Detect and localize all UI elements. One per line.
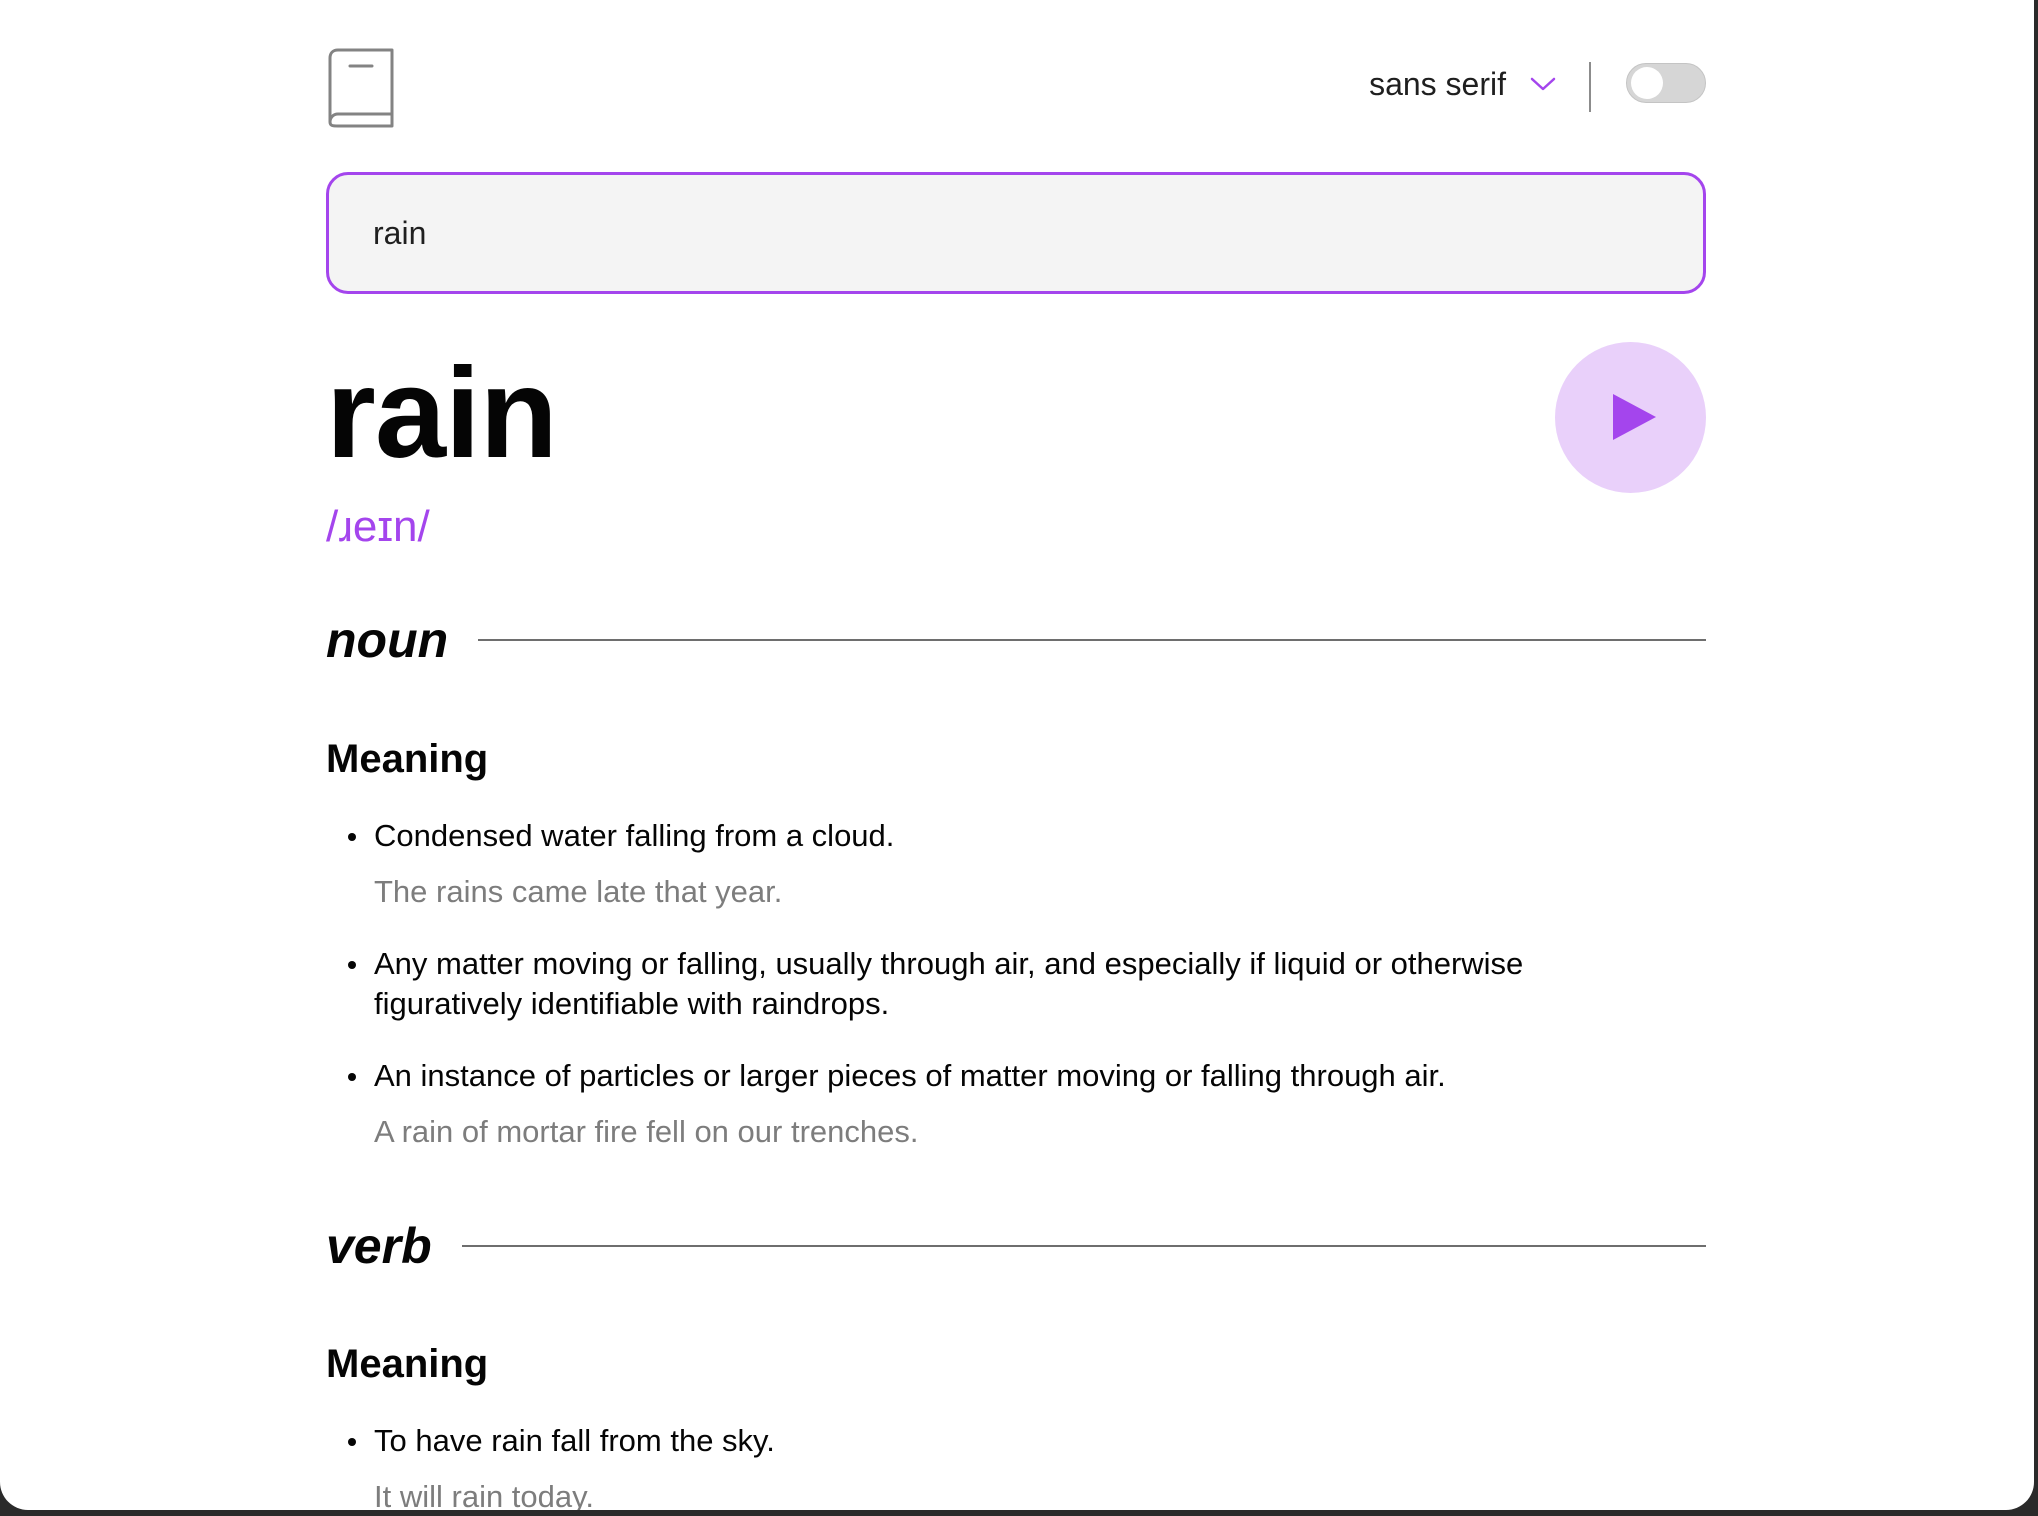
definition-item: Any matter moving or falling, usually th… — [326, 944, 1626, 1024]
header: sans serif — [326, 48, 1706, 128]
meaning-heading: Meaning — [326, 737, 489, 781]
book-icon[interactable] — [326, 48, 396, 128]
part-of-speech-label: noun — [326, 612, 449, 668]
part-of-speech-noun: noun — [326, 610, 1706, 670]
definition-text: Any matter moving or falling, usually th… — [374, 946, 1524, 1021]
app-window: sans serif rain /ɹeɪn/ noun Mean — [0, 0, 2034, 1510]
play-button[interactable] — [1555, 342, 1706, 493]
chevron-down-icon — [1530, 77, 1556, 91]
toggle-knob — [1631, 67, 1663, 99]
definition-list: Condensed water falling from a cloud. Th… — [326, 816, 1626, 1152]
definition-example: It will rain today. — [374, 1479, 594, 1510]
part-of-speech-verb: verb — [326, 1216, 1706, 1276]
theme-toggle[interactable] — [1626, 63, 1706, 103]
definition-item: Condensed water falling from a cloud. Th… — [326, 816, 1626, 912]
divider-line — [461, 1245, 1706, 1247]
definition-text: Condensed water falling from a cloud. — [374, 818, 895, 853]
part-of-speech-label: verb — [326, 1218, 432, 1274]
definition-item: To have rain fall from the sky. It will … — [326, 1421, 1626, 1510]
header-divider — [1589, 62, 1591, 112]
definition-example: A rain of mortar fire fell on our trench… — [374, 1114, 919, 1149]
definition-text: An instance of particles or larger piece… — [374, 1058, 1446, 1093]
meaning-heading: Meaning — [326, 1342, 489, 1386]
word-title: rain — [326, 342, 558, 485]
font-selector-label: sans serif — [1369, 65, 1506, 102]
definition-text: To have rain fall from the sky. — [374, 1423, 775, 1458]
definition-list: To have rain fall from the sky. It will … — [326, 1421, 1626, 1510]
divider-line — [478, 639, 1706, 641]
definition-item: An instance of particles or larger piece… — [326, 1056, 1626, 1152]
font-selector[interactable]: sans serif — [1369, 64, 1556, 104]
phonetic: /ɹeɪn/ — [326, 502, 430, 551]
definition-example: The rains came late that year. — [374, 874, 783, 909]
play-icon — [1613, 394, 1656, 440]
search-box — [326, 172, 1706, 294]
search-input[interactable] — [373, 175, 1633, 291]
